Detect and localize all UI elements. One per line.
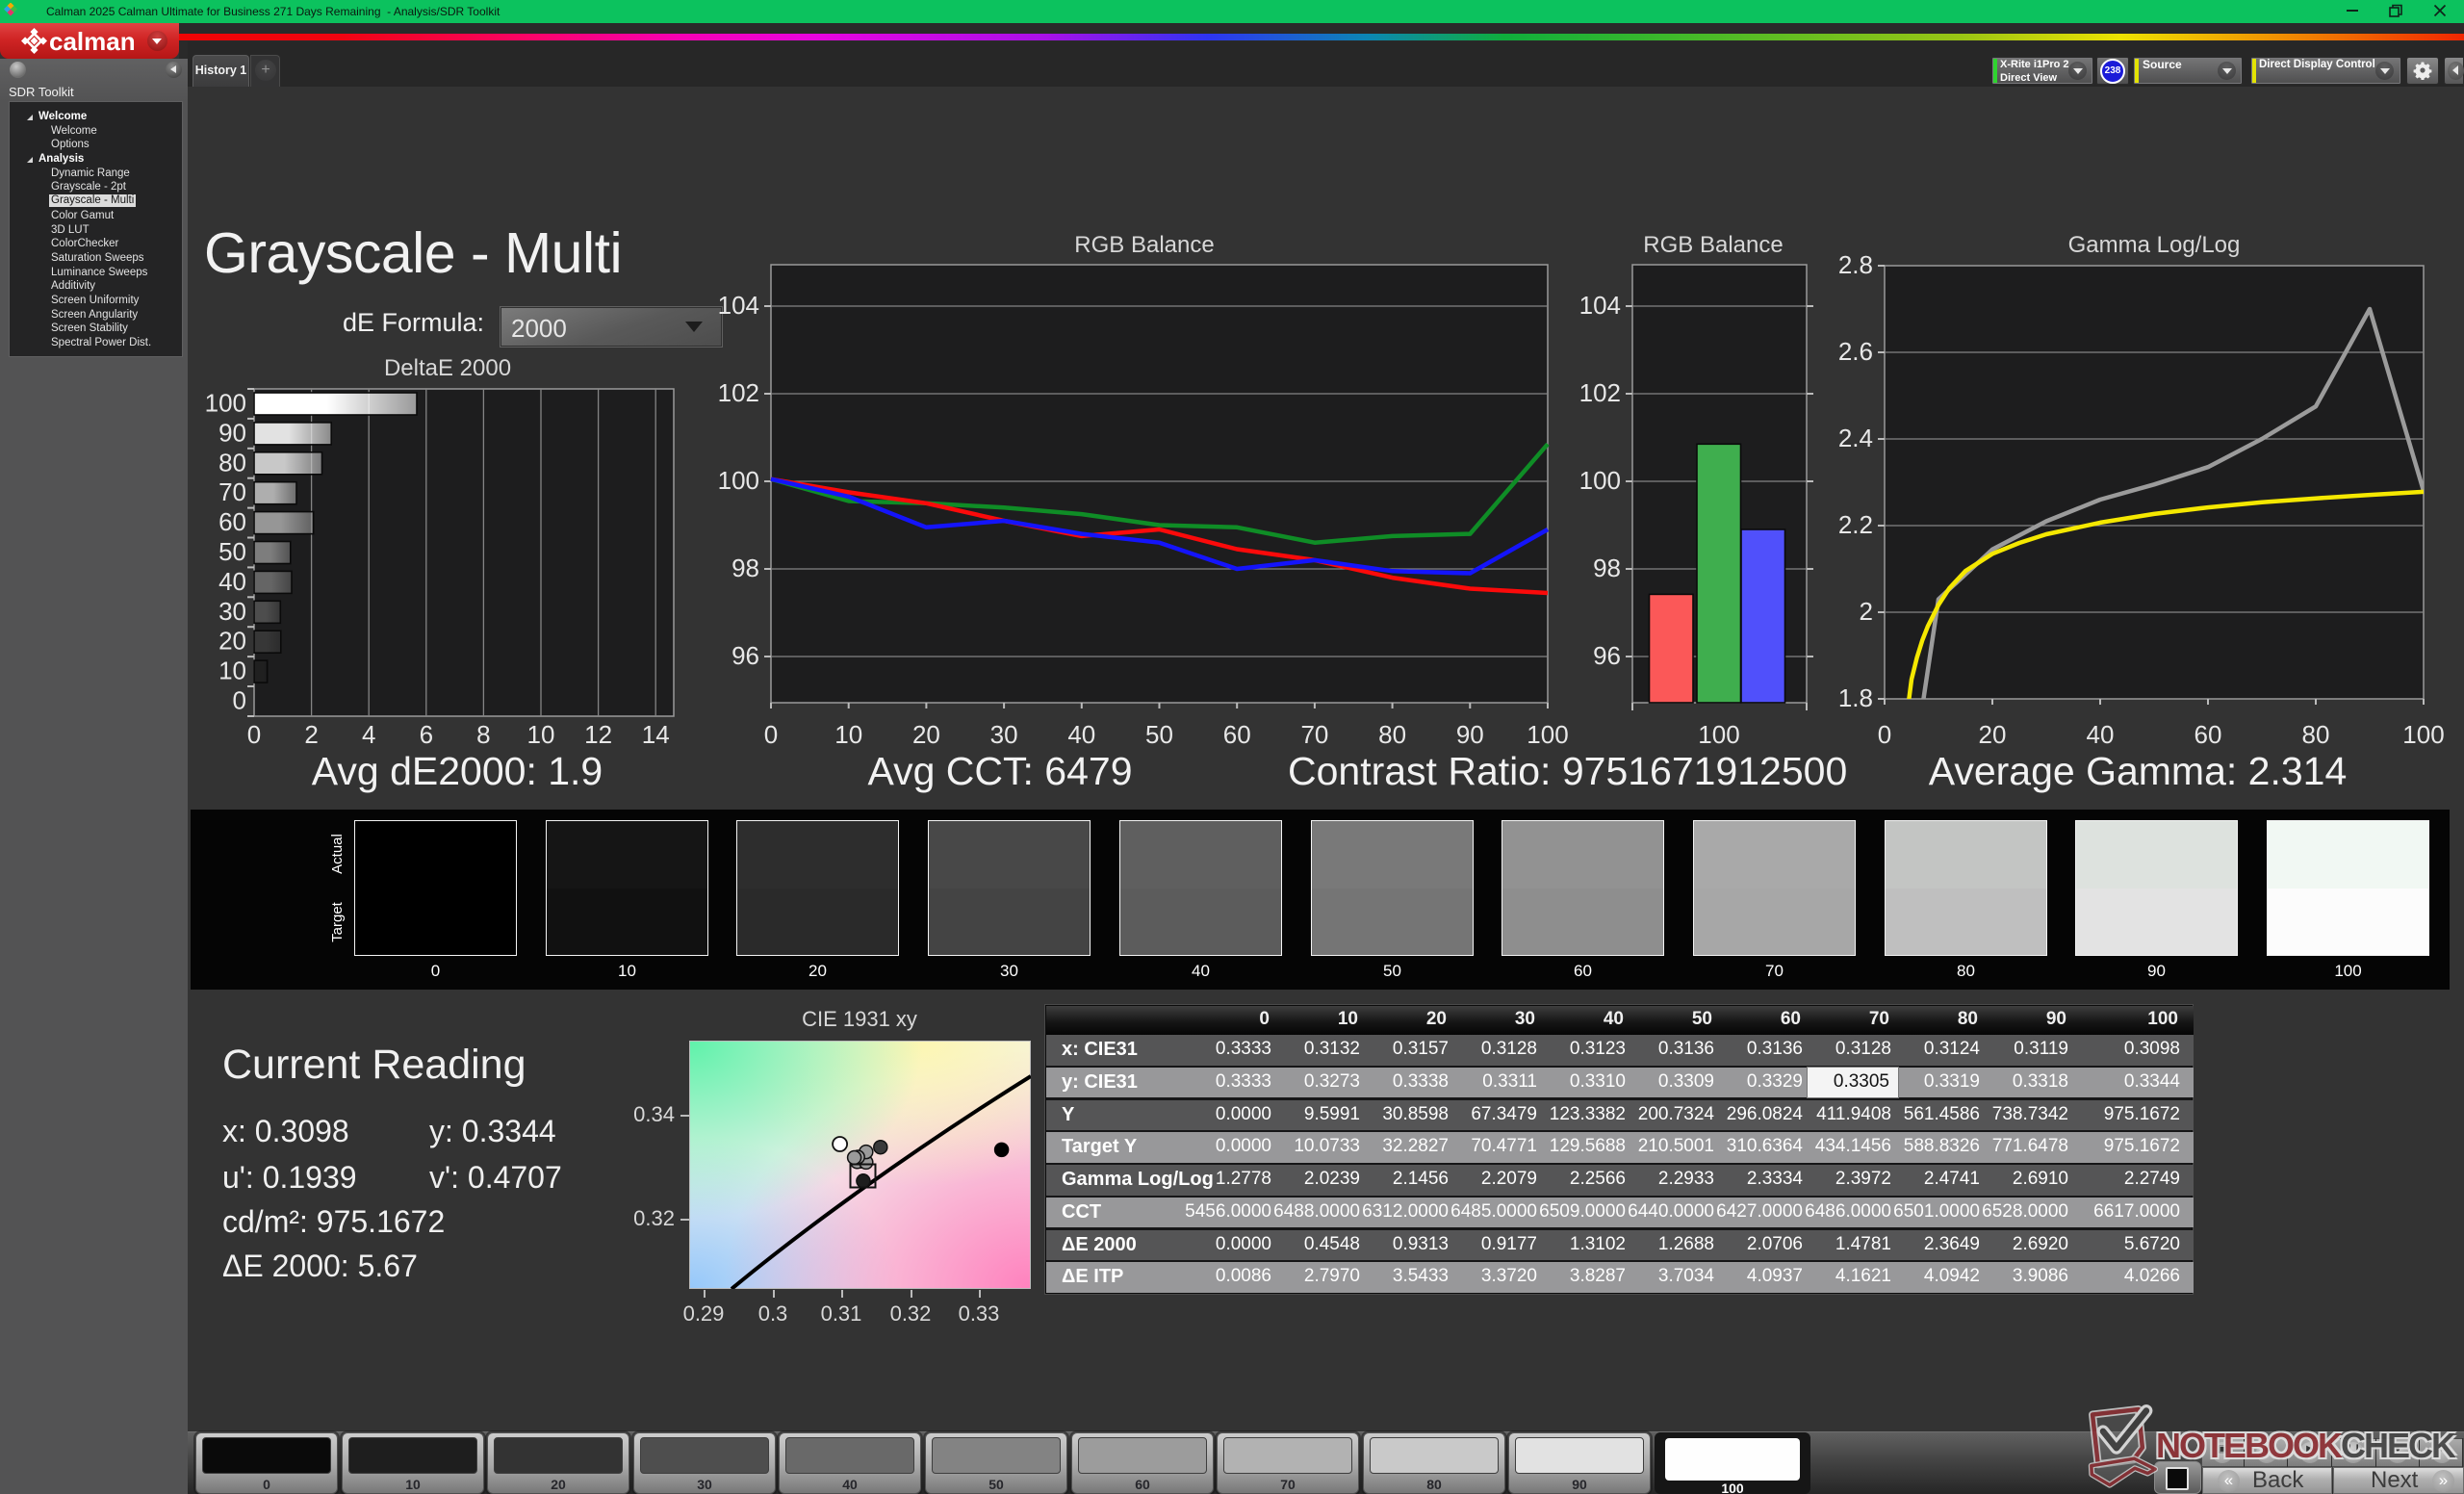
svg-text:Gamma Log/Log: Gamma Log/Log — [2068, 232, 2241, 258]
svg-text:2.8: 2.8 — [1838, 250, 1873, 279]
svg-text:40: 40 — [2087, 720, 2115, 749]
svg-text:80: 80 — [2302, 720, 2330, 749]
svg-text:20: 20 — [1979, 720, 2007, 749]
svg-text:1.8: 1.8 — [1838, 683, 1873, 712]
svg-text:2.6: 2.6 — [1838, 337, 1873, 366]
svg-text:2: 2 — [1860, 597, 1873, 626]
svg-text:60: 60 — [2194, 720, 2222, 749]
svg-text:2.4: 2.4 — [1838, 424, 1873, 452]
svg-text:0: 0 — [1878, 720, 1891, 749]
svg-text:100: 100 — [2402, 720, 2444, 749]
svg-text:2.2: 2.2 — [1838, 510, 1873, 539]
